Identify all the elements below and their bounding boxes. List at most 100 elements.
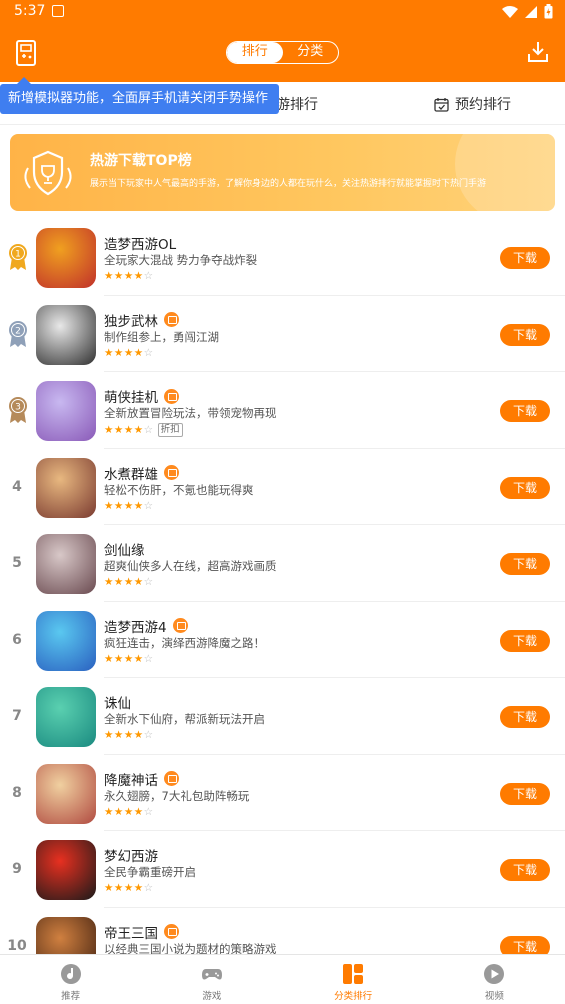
- rank-medal-icon: 1: [9, 244, 27, 270]
- rank-number: 8: [12, 784, 22, 801]
- top-app-bar: 排行 分类: [0, 24, 565, 82]
- game-description: 超爽仙侠多人在线，超高游戏画质: [104, 559, 277, 573]
- star-rating: ★★★★☆: [104, 424, 154, 436]
- game-row[interactable]: 4 水煮群雄 轻松不伤肝，不氪也能玩得爽 ★★★★☆ 下载: [0, 449, 565, 525]
- game-row[interactable]: 7 诛仙 全新水下仙府，帮派新玩法开启 ★★★★☆ 下载: [0, 678, 565, 755]
- download-button[interactable]: 下载: [500, 247, 550, 269]
- game-app-icon[interactable]: [36, 228, 96, 288]
- star-rating: ★★★★☆: [104, 652, 154, 665]
- game-row[interactable]: 1 造梦西游OL 全玩家大混战 势力争夺战炸裂 ★★★★☆ 下载: [0, 219, 565, 296]
- segment-rank[interactable]: 排行: [227, 42, 283, 63]
- game-name-line: 水煮群雄: [104, 463, 179, 483]
- game-description: 全玩家大混战 势力争夺战炸裂: [104, 253, 258, 267]
- game-name-line: 独步武林: [104, 310, 179, 330]
- game-name-line: 梦幻西游: [104, 845, 158, 865]
- nav-video-label: 视频: [484, 991, 504, 1002]
- game-row[interactable]: 6 造梦西游4 疯狂连击，演绎西游降魔之路！ ★★★★☆ 下载: [0, 602, 565, 678]
- segment-category[interactable]: 分类: [283, 42, 339, 63]
- gift-icon: [164, 388, 179, 404]
- game-name: 梦幻西游: [104, 849, 158, 865]
- discount-tag: 折扣: [157, 423, 183, 437]
- game-app-icon[interactable]: [36, 381, 96, 441]
- download-button[interactable]: 下载: [500, 323, 550, 346]
- star-rating: ★★★★☆: [104, 499, 154, 512]
- game-app-icon[interactable]: [36, 687, 96, 747]
- nav-games-label: 游戏: [202, 991, 222, 1002]
- game-meta: ★★★★☆: [104, 653, 154, 665]
- download-button[interactable]: 下载: [500, 553, 550, 575]
- rank-medal-number: 1: [15, 250, 21, 260]
- rank-medal-icon: 3: [9, 397, 27, 423]
- calendar-icon: [434, 97, 449, 112]
- emulator-icon[interactable]: [14, 39, 38, 67]
- rank-number: 4: [12, 478, 22, 495]
- trophy-shield-icon: [24, 150, 72, 196]
- notification-icon: [52, 5, 64, 17]
- rank-medal-icon: 2: [9, 320, 27, 347]
- game-app-icon[interactable]: [36, 534, 96, 594]
- tab-hot-rank[interactable]: 游排行: [276, 94, 318, 114]
- gamepad-icon: [201, 969, 222, 980]
- game-name: 水煮群雄: [104, 466, 158, 483]
- nav-video[interactable]: 视频: [424, 955, 565, 1004]
- download-button[interactable]: 下载: [500, 859, 550, 881]
- nav-category-rank[interactable]: 分类排行: [283, 955, 424, 1004]
- gift-icon: [164, 771, 179, 786]
- nav-games[interactable]: 游戏: [141, 955, 282, 1004]
- star-rating: ★★★★☆: [104, 270, 154, 282]
- game-meta: ★★★★☆: [104, 882, 154, 894]
- game-row[interactable]: 9 梦幻西游 全民争霸重磅开启 ★★★★☆ 下载: [0, 831, 565, 908]
- game-name: 独步武林: [104, 313, 158, 330]
- game-meta: ★★★★☆: [104, 576, 154, 588]
- download-button[interactable]: 下载: [500, 629, 550, 652]
- banner-decoration: [455, 134, 555, 211]
- nav-recommend[interactable]: 推荐: [0, 955, 141, 1004]
- download-manager-icon[interactable]: [527, 40, 549, 64]
- game-row[interactable]: 5 剑仙缘 超爽仙侠多人在线，超高游戏画质 ★★★★☆ 下载: [0, 525, 565, 602]
- game-name-line: 萌侠挂机: [104, 386, 179, 406]
- gift-icon: [164, 312, 179, 327]
- download-button[interactable]: 下载: [500, 476, 550, 499]
- game-rank-list: 1 造梦西游OL 全玩家大混战 势力争夺战炸裂 ★★★★☆ 下载 2 独步武林 …: [0, 219, 565, 984]
- game-app-icon[interactable]: [36, 304, 96, 365]
- game-name-line: 造梦西游OL: [104, 233, 176, 253]
- game-row[interactable]: 2 独步武林 制作组参上，勇闯江湖 ★★★★☆ 下载: [0, 296, 565, 372]
- game-meta: ★★★★☆: [104, 347, 154, 359]
- rank-number: 7: [12, 708, 22, 724]
- game-description: 永久翅膀，7大礼包助阵畅玩: [104, 788, 250, 803]
- game-name: 降魔神话: [104, 772, 158, 789]
- download-button[interactable]: 下载: [500, 400, 550, 422]
- nav-recommend-label: 推荐: [61, 991, 81, 1002]
- gift-icon: [172, 618, 188, 633]
- rank-number: 10: [7, 937, 27, 954]
- game-name: 诛仙: [104, 696, 131, 712]
- battery-icon: [544, 4, 553, 19]
- rank-number: 5: [12, 555, 22, 571]
- game-app-icon[interactable]: [36, 457, 96, 518]
- game-row[interactable]: 3 萌侠挂机 全新放置冒险玩法，带领宠物再现 ★★★★☆ 折扣 下载: [0, 372, 565, 449]
- status-bar: 5:37: [0, 0, 565, 24]
- rank-medal-number: 2: [15, 326, 21, 336]
- signal-icon: [525, 5, 537, 18]
- game-name-line: 剑仙缘: [104, 539, 145, 559]
- game-description: 轻松不伤肝，不氪也能玩得爽: [104, 482, 254, 497]
- rank-medal-number: 3: [15, 403, 21, 413]
- game-name: 剑仙缘: [104, 543, 145, 559]
- game-name: 萌侠挂机: [104, 390, 158, 406]
- game-app-icon[interactable]: [36, 840, 96, 900]
- game-description: 全新水下仙府，帮派新玩法开启: [104, 712, 265, 726]
- rank-number: 9: [12, 861, 22, 877]
- game-meta: ★★★★☆ 折扣: [104, 423, 183, 437]
- game-app-icon[interactable]: [36, 763, 96, 824]
- game-name-line: 诛仙: [104, 692, 131, 712]
- game-meta: ★★★★☆: [104, 729, 154, 741]
- status-time: 5:37: [14, 3, 46, 19]
- game-row[interactable]: 8 降魔神话 永久翅膀，7大礼包助阵畅玩 ★★★★☆ 下载: [0, 755, 565, 831]
- download-button[interactable]: 下载: [500, 706, 550, 728]
- download-button[interactable]: 下载: [500, 782, 550, 805]
- rank-category-switch: 排行 分类: [226, 41, 339, 64]
- game-app-icon[interactable]: [36, 610, 96, 671]
- tab-reserve-rank[interactable]: 预约排行: [434, 94, 511, 114]
- game-description: 制作组参上，勇闯江湖: [104, 329, 219, 344]
- game-name: 造梦西游OL: [104, 237, 177, 253]
